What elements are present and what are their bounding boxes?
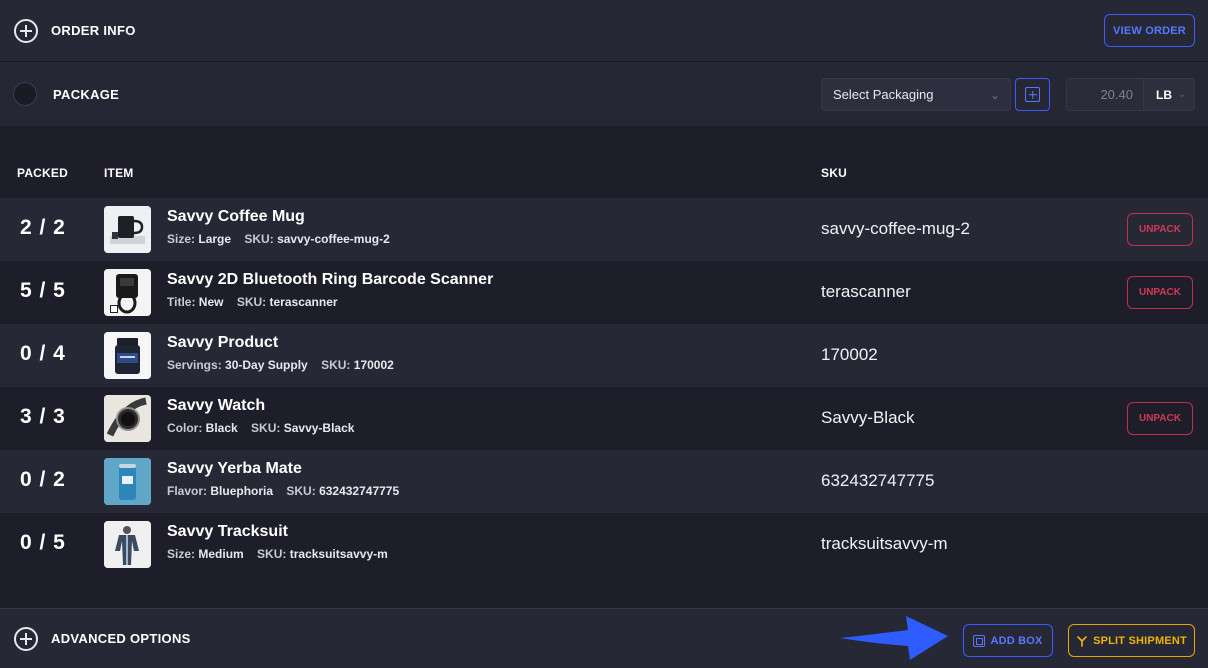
packaging-select-value: Select Packaging: [833, 87, 934, 102]
item-name[interactable]: Savvy 2D Bluetooth Ring Barcode Scanner: [167, 271, 493, 289]
add-box-label: ADD BOX: [990, 634, 1043, 647]
watch-icon: [104, 395, 151, 442]
item-meta: Flavor: Bluephoria SKU: 632432747775: [167, 484, 400, 498]
split-shipment-label: SPLIT SHIPMENT: [1093, 634, 1187, 647]
add-packaging-button[interactable]: [1015, 78, 1050, 111]
coffee-mug-icon: [104, 206, 151, 253]
expand-plus-icon[interactable]: [14, 18, 38, 43]
sku-value: 632432747775: [821, 471, 935, 490]
tracksuit-icon: [104, 521, 151, 568]
column-header-sku: SKU: [821, 166, 847, 180]
expand-plus-icon[interactable]: [14, 626, 38, 651]
sku-value: savvy-coffee-mug-2: [821, 219, 970, 238]
table-row: 0 / 4 Savvy Product Servings: 30-Day Sup…: [0, 324, 1208, 387]
unpack-button[interactable]: UNPACK: [1127, 402, 1193, 435]
unpack-button[interactable]: UNPACK: [1127, 213, 1193, 246]
add-box-button[interactable]: ADD BOX: [963, 624, 1053, 657]
item-meta: Title: New SKU: terascanner: [167, 295, 338, 309]
item-name[interactable]: Savvy Product: [167, 334, 278, 352]
package-status-icon[interactable]: [13, 82, 37, 106]
column-header-packed: PACKED: [17, 166, 68, 180]
item-name[interactable]: Savvy Coffee Mug: [167, 208, 305, 226]
item-name[interactable]: Savvy Yerba Mate: [167, 460, 302, 478]
supplement-jar-icon: [104, 332, 151, 379]
order-info-title: ORDER INFO: [51, 23, 136, 38]
weight-input[interactable]: 20.40: [1066, 78, 1144, 111]
weight-unit-select[interactable]: LB ⌄: [1144, 78, 1195, 111]
packed-count: 0 / 5: [20, 531, 66, 554]
ring-scanner-icon: [104, 269, 151, 316]
pointer-arrow-icon: [840, 616, 948, 660]
table-row: 3 / 3 Savvy Watch Color: Black SKU: Savv…: [0, 387, 1208, 450]
can-icon: [104, 458, 151, 505]
table-row: 0 / 2 Savvy Yerba Mate Flavor: Bluephori…: [0, 450, 1208, 513]
box-icon: [973, 634, 986, 647]
item-meta: Color: Black SKU: Savvy-Black: [167, 421, 355, 435]
item-meta: Size: Large SKU: savvy-coffee-mug-2: [167, 232, 390, 246]
table-row: 0 / 5 Savvy Tracksuit Size: Medium SKU: …: [0, 513, 1208, 576]
packed-count: 0 / 2: [20, 468, 66, 491]
sku-value: 170002: [821, 345, 878, 364]
item-name[interactable]: Savvy Watch: [167, 397, 265, 415]
column-header-item: ITEM: [104, 166, 134, 180]
packed-count: 3 / 3: [20, 405, 66, 428]
packaging-select[interactable]: Select Packaging ⌄: [821, 78, 1011, 111]
order-info-bar: ORDER INFO VIEW ORDER: [0, 0, 1208, 62]
sku-value: tracksuitsavvy-m: [821, 534, 948, 553]
item-name[interactable]: Savvy Tracksuit: [167, 523, 288, 541]
packed-count: 5 / 5: [20, 279, 66, 302]
item-meta: Servings: 30-Day Supply SKU: 170002: [167, 358, 394, 372]
sku-value: terascanner: [821, 282, 911, 301]
chevron-down-icon: ⌄: [1178, 89, 1187, 100]
weight-unit-value: LB: [1156, 87, 1172, 102]
item-meta: Size: Medium SKU: tracksuitsavvy-m: [167, 547, 388, 561]
unpack-button[interactable]: UNPACK: [1127, 276, 1193, 309]
split-icon: [1077, 635, 1087, 647]
packed-count: 2 / 2: [20, 216, 66, 239]
chevron-down-icon: ⌄: [989, 88, 1000, 102]
split-shipment-button[interactable]: SPLIT SHIPMENT: [1068, 624, 1195, 657]
table-row: 2 / 2 Savvy Coffee Mug Size: Large SKU: …: [0, 198, 1208, 261]
advanced-options-title: ADVANCED OPTIONS: [51, 631, 191, 646]
packed-count: 0 / 4: [20, 342, 66, 365]
square-plus-icon: [1025, 87, 1040, 102]
view-order-button[interactable]: VIEW ORDER: [1104, 14, 1195, 47]
sku-value: Savvy-Black: [821, 408, 915, 427]
package-title: PACKAGE: [53, 86, 120, 102]
table-row: 5 / 5 Savvy 2D Bluetooth Ring Barcode Sc…: [0, 261, 1208, 324]
